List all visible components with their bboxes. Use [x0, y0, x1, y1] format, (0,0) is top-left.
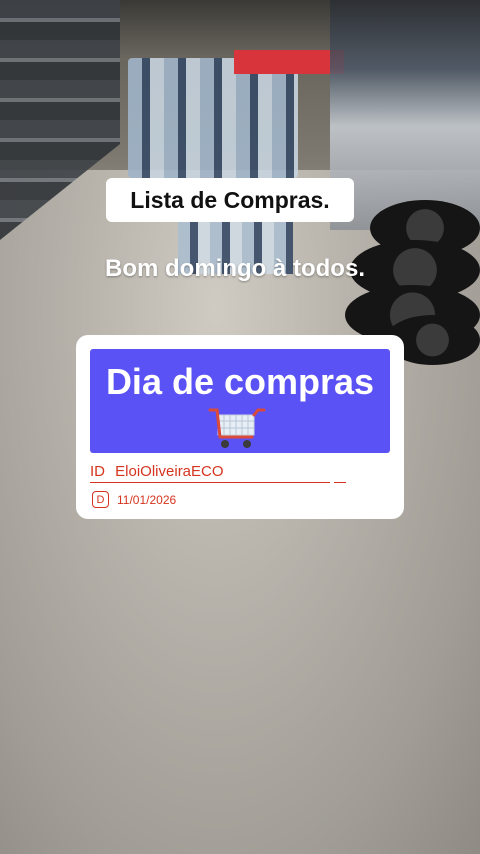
user-id-line: ID EloiOliveiraECO [90, 463, 224, 480]
story-overlay: Lista de Compras. Bom domingo à todos. D… [0, 0, 480, 854]
story-title: Lista de Compras. [106, 178, 354, 222]
id-label: ID [90, 463, 105, 480]
date-text: 11/01/2026 [117, 492, 177, 507]
date-icon: D [92, 491, 109, 508]
shopping-cart-icon [208, 408, 266, 448]
id-underline-dash [334, 482, 346, 483]
id-underline [90, 482, 330, 483]
user-id: EloiOliveiraECO [115, 463, 224, 480]
banner-text: Dia de compras [105, 361, 375, 402]
shopping-day-card: Dia de compras ID EloiOliveiraECO D 11/0… [76, 335, 404, 519]
greeting-text: Bom domingo à todos. [105, 255, 365, 282]
date-row: D 11/01/2026 [92, 491, 176, 508]
banner: Dia de compras [90, 349, 390, 453]
